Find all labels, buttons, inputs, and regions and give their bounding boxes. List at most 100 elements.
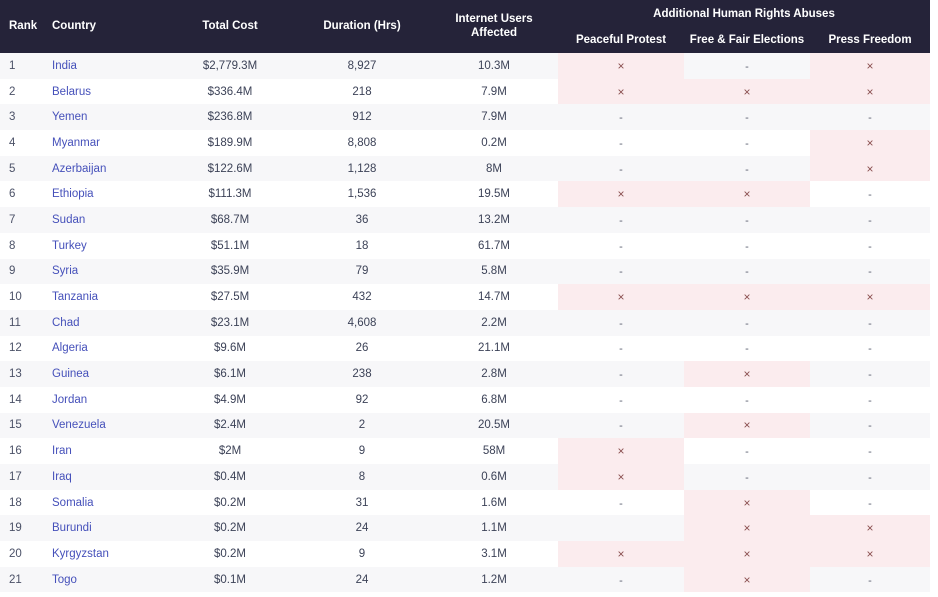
cell-rank: 15 — [0, 412, 48, 439]
table-row: 15 Venezuela $2.4M 2 20.5M - × - — [0, 412, 931, 439]
cell-press-freedom: - — [810, 566, 931, 593]
abuse-x-icon: × — [743, 84, 751, 99]
cell-country[interactable]: Myanmar — [48, 130, 166, 156]
abuse-dash-mark: - — [868, 420, 872, 433]
table-row: 10 Tanzania $27.5M 432 14.7M × × × — [0, 284, 931, 310]
table-row: 8 Turkey $51.1M 18 61.7M - - - — [0, 232, 931, 259]
cell-duration: 79 — [294, 258, 430, 285]
cell-country[interactable]: Belarus — [48, 78, 166, 105]
cell-country[interactable]: Kyrgyzstan — [48, 541, 166, 567]
cell-country[interactable]: Tanzania — [48, 284, 166, 310]
cell-duration: 1,536 — [294, 181, 430, 208]
cell-country[interactable]: India — [48, 53, 166, 79]
cell-duration: 218 — [294, 78, 430, 105]
table-row: 11 Chad $23.1M 4,608 2.2M - - - — [0, 309, 931, 336]
cell-duration: 8,927 — [294, 53, 430, 79]
abuse-dash-mark: - — [619, 112, 623, 125]
abuse-dash-mark: - — [745, 317, 749, 330]
cell-internet-users: 2.2M — [430, 309, 558, 336]
cell-country[interactable]: Iraq — [48, 464, 166, 490]
cell-country[interactable]: Chad — [48, 309, 166, 336]
abuse-x-icon: × — [866, 135, 874, 150]
cell-duration: 92 — [294, 386, 430, 413]
abuse-x-icon: × — [866, 58, 874, 73]
abuse-dash-mark: - — [619, 266, 623, 279]
column-header-press-freedom[interactable]: Press Freedom — [810, 28, 931, 53]
cell-country[interactable]: Syria — [48, 258, 166, 285]
cell-country[interactable]: Turkey — [48, 232, 166, 259]
column-header-free-fair-elections[interactable]: Free & Fair Elections — [684, 28, 810, 53]
cell-rank: 3 — [0, 104, 48, 131]
cell-rank: 18 — [0, 489, 48, 516]
abuse-dash-mark: - — [619, 497, 623, 510]
cell-peaceful-protest: - — [558, 207, 684, 233]
cell-peaceful-protest: - — [558, 309, 684, 336]
cell-free-fair-elections: × — [684, 489, 810, 516]
cell-country[interactable]: Ethiopia — [48, 181, 166, 208]
abuse-dash-mark: - — [619, 343, 623, 356]
cell-free-fair-elections: - — [684, 464, 810, 490]
cell-internet-users: 2.8M — [430, 361, 558, 387]
cell-duration: 31 — [294, 489, 430, 516]
abuse-x-icon: × — [617, 84, 625, 99]
abuse-x-icon: × — [617, 187, 625, 202]
internet-shutdowns-table-container: Rank Country Total Cost Duration (Hrs) I… — [0, 0, 938, 597]
table-row: 18 Somalia $0.2M 31 1.6M - × - — [0, 489, 931, 516]
column-header-rank[interactable]: Rank — [0, 0, 48, 53]
cell-duration: 1,128 — [294, 155, 430, 182]
abuse-dash-mark: - — [619, 574, 623, 587]
cell-country[interactable]: Sudan — [48, 207, 166, 233]
abuse-dash-mark: - — [745, 343, 749, 356]
table-row: 4 Myanmar $189.9M 8,808 0.2M - - × — [0, 130, 931, 156]
cell-free-fair-elections: - — [684, 335, 810, 362]
cell-duration: 432 — [294, 284, 430, 310]
cell-rank: 2 — [0, 78, 48, 105]
abuse-dash-mark: - — [868, 189, 872, 202]
abuse-x-icon: × — [866, 161, 874, 176]
cell-country[interactable]: Togo — [48, 566, 166, 593]
cell-press-freedom: - — [810, 386, 931, 413]
abuse-dash-mark: - — [868, 214, 872, 227]
abuse-x-icon: × — [743, 187, 751, 202]
table-header: Rank Country Total Cost Duration (Hrs) I… — [0, 0, 931, 53]
cell-country[interactable]: Azerbaijan — [48, 155, 166, 182]
column-header-peaceful-protest[interactable]: Peaceful Protest — [558, 28, 684, 53]
cell-total-cost: $2M — [166, 438, 294, 464]
cell-peaceful-protest: - — [558, 386, 684, 413]
cell-country[interactable]: Somalia — [48, 489, 166, 516]
cell-duration: 9 — [294, 541, 430, 567]
table-body: 1 India $2,779.3M 8,927 10.3M × - × 2 Belarus $336… — [0, 53, 931, 593]
cell-country[interactable]: Iran — [48, 438, 166, 464]
column-header-duration[interactable]: Duration (Hrs) — [294, 0, 430, 53]
abuse-dash-mark: - — [868, 343, 872, 356]
cell-country[interactable]: Algeria — [48, 335, 166, 362]
abuse-dash-mark: - — [745, 112, 749, 125]
cell-duration: 2 — [294, 412, 430, 439]
table-row: 14 Jordan $4.9M 92 6.8M - - - — [0, 386, 931, 413]
cell-internet-users: 58M — [430, 438, 558, 464]
abuse-x-icon: × — [866, 84, 874, 99]
cell-press-freedom: - — [810, 412, 931, 439]
column-header-total-cost[interactable]: Total Cost — [166, 0, 294, 53]
cell-free-fair-elections: - — [684, 232, 810, 259]
cell-free-fair-elections: - — [684, 309, 810, 336]
abuse-dash-mark: - — [868, 112, 872, 125]
cell-country[interactable]: Jordan — [48, 386, 166, 413]
cell-country[interactable]: Venezuela — [48, 412, 166, 439]
cell-internet-users: 6.8M — [430, 386, 558, 413]
cell-duration: 238 — [294, 361, 430, 387]
cell-peaceful-protest: × — [558, 438, 684, 464]
column-header-users-line-2: Affected — [470, 26, 517, 39]
cell-country[interactable]: Burundi — [48, 515, 166, 542]
abuse-x-icon: × — [617, 546, 625, 561]
cell-internet-users: 20.5M — [430, 412, 558, 439]
cell-duration: 24 — [294, 566, 430, 593]
cell-free-fair-elections: × — [684, 181, 810, 208]
cell-total-cost: $0.2M — [166, 515, 294, 542]
table-header-row-primary: Rank Country Total Cost Duration (Hrs) I… — [0, 0, 931, 53]
column-header-country[interactable]: Country — [48, 0, 166, 53]
column-header-internet-users-affected[interactable]: Internet Users Affected — [430, 0, 558, 53]
cell-country[interactable]: Guinea — [48, 361, 166, 387]
cell-country[interactable]: Yemen — [48, 104, 166, 131]
cell-press-freedom: - — [810, 489, 931, 516]
